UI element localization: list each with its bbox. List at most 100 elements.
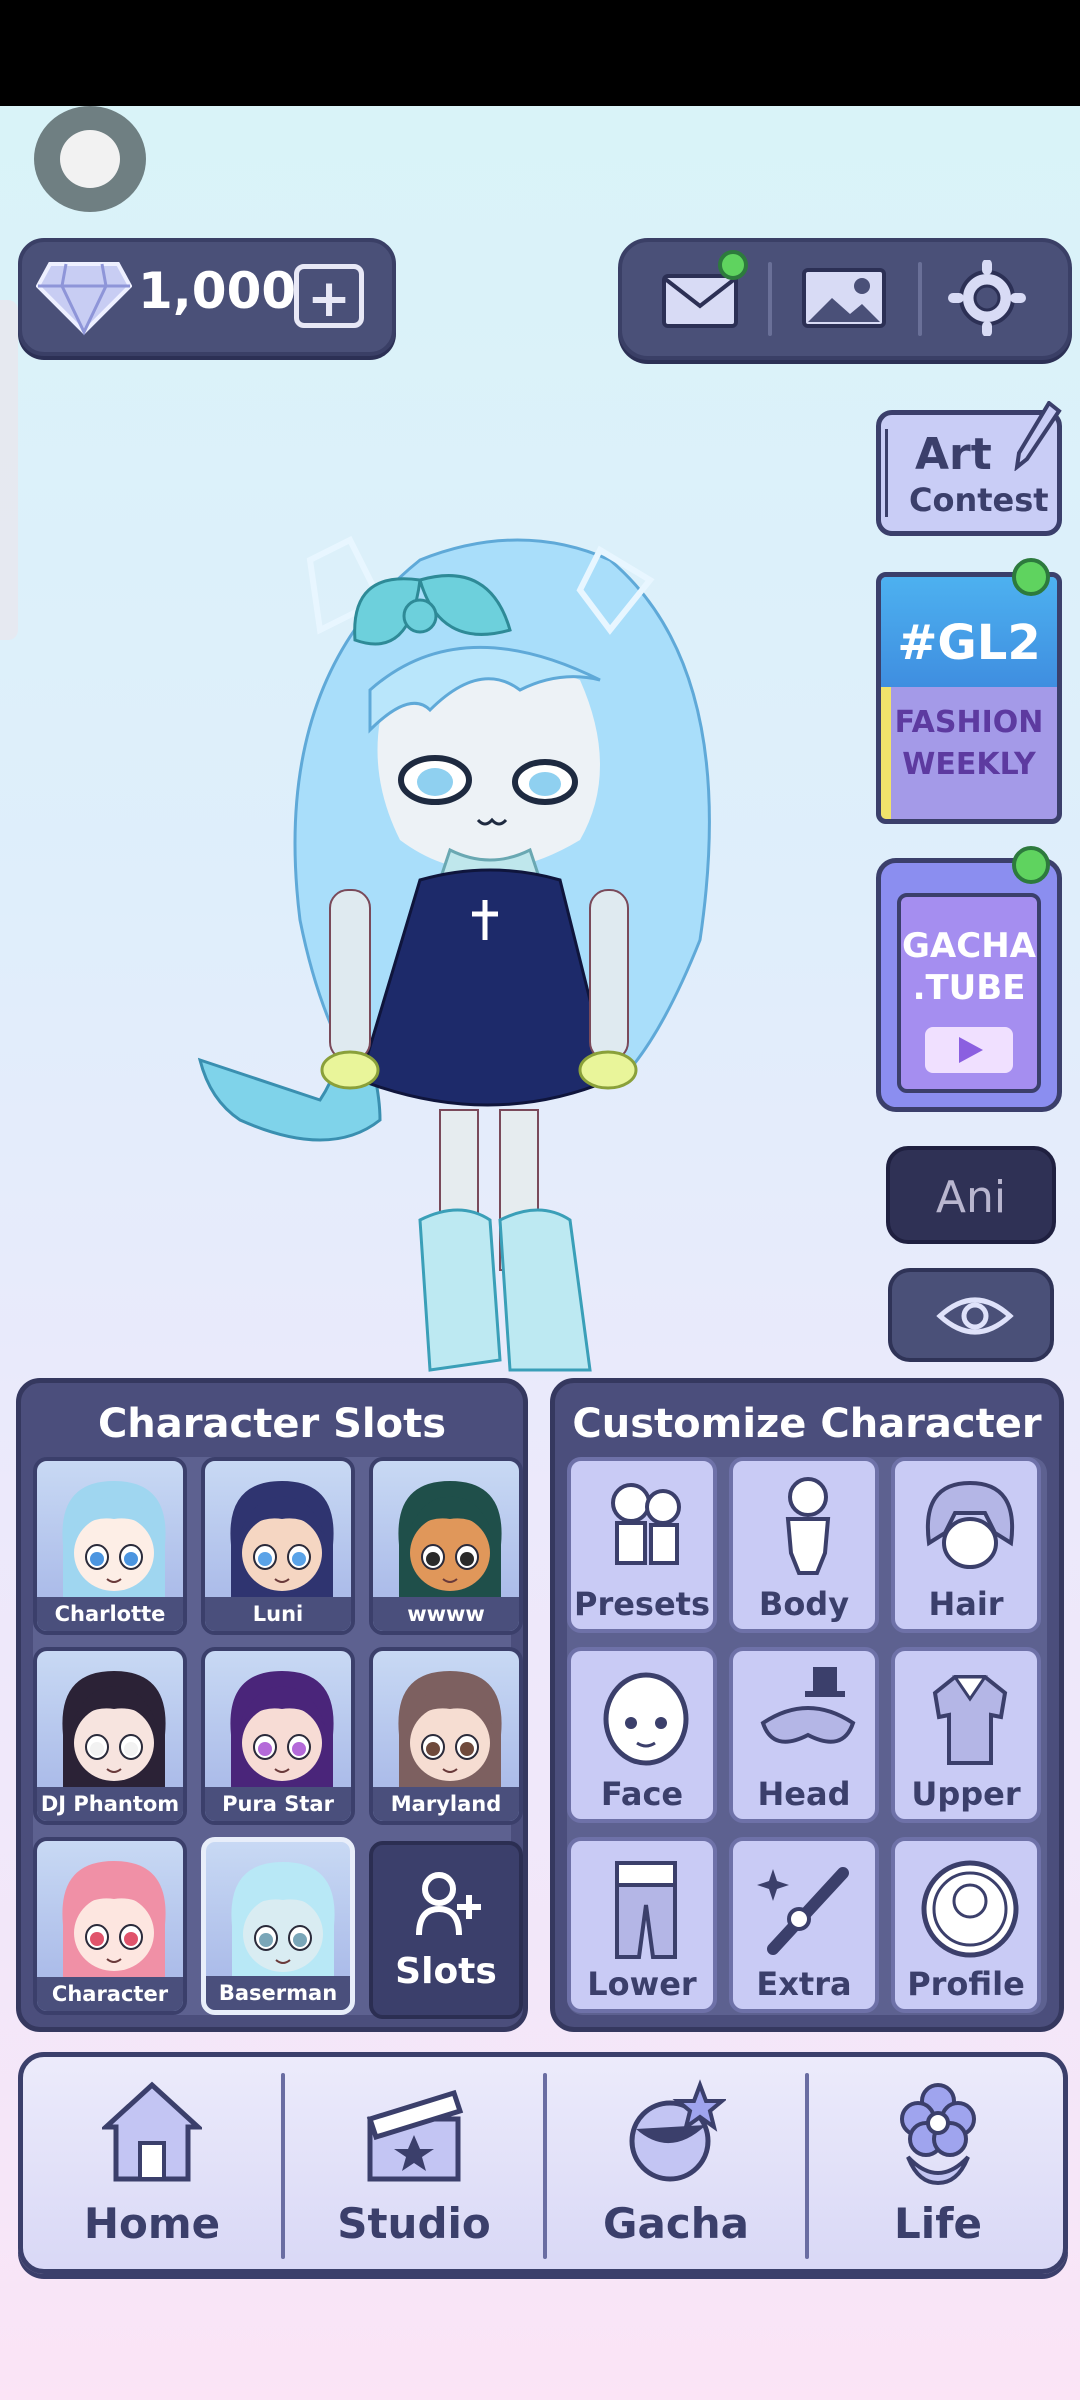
character-slot-name: Baserman [206, 1976, 350, 2010]
customize-upper-button[interactable]: Upper [891, 1647, 1041, 1823]
head-icon [760, 1667, 856, 1744]
side-drawer-handle[interactable] [0, 300, 18, 640]
customize-upper-label: Upper [911, 1775, 1021, 1813]
gem-counter: 1,000 + [18, 238, 396, 356]
nav-life-label: Life [894, 2199, 982, 2248]
character-slot-name: DJ Phantom [37, 1787, 183, 1821]
character-preview[interactable] [180, 520, 780, 1380]
customize-body-button[interactable]: Body [729, 1457, 879, 1633]
character-slot[interactable]: Baserman [201, 1837, 355, 2015]
gl2-title: #GL2 [897, 615, 1041, 671]
customize-profile-label: Profile [907, 1965, 1025, 2003]
character-portrait [62, 1671, 166, 1787]
add-person-icon [416, 1872, 481, 1936]
character-slot-name: Luni [205, 1597, 351, 1631]
character-slot[interactable]: Maryland [369, 1647, 523, 1825]
play-icon [925, 1027, 1013, 1073]
character-portrait [62, 1861, 166, 1977]
diamond-icon [36, 262, 132, 336]
customize-character-title: Customize Character [572, 1401, 1042, 1447]
face-icon [603, 1672, 689, 1766]
profile-icon [921, 1860, 1019, 1958]
gallery-icon[interactable] [800, 260, 890, 336]
customize-extra-button[interactable]: Extra [729, 1837, 879, 2013]
customize-presets-button[interactable]: Presets [567, 1457, 717, 1633]
gachatube-line2: .TUBE [912, 968, 1026, 1008]
divider [768, 262, 772, 336]
gachatube-title: GACHA .TUBE [901, 925, 1037, 1009]
eye-icon [936, 1297, 1014, 1335]
gl2-line2: WEEKLY [902, 747, 1036, 782]
character-slot-name: Character [37, 1977, 183, 2011]
record-icon [60, 130, 120, 188]
customize-lower-button[interactable]: Lower [567, 1837, 717, 2013]
hide-ui-button[interactable] [888, 1268, 1054, 1362]
character-slot[interactable]: DJ Phantom [33, 1647, 187, 1825]
character-portrait [398, 1671, 502, 1787]
character-slot-name: Charlotte [37, 1597, 183, 1631]
customize-hair-label: Hair [928, 1585, 1004, 1623]
nav-home[interactable]: Home [23, 2057, 281, 2269]
gachatube-line1: GACHA [902, 926, 1036, 966]
nav-gacha[interactable]: Gacha [547, 2057, 805, 2269]
mail-notification-dot [718, 250, 748, 280]
customize-body-label: Body [758, 1585, 850, 1623]
character-slot[interactable]: Pura Star [201, 1647, 355, 1825]
add-slots-button[interactable]: Slots [369, 1841, 523, 2019]
nav-studio[interactable]: Studio [285, 2057, 543, 2269]
customize-extra-label: Extra [756, 1965, 852, 2003]
clapperboard-icon [366, 2089, 464, 2182]
customize-face-label: Face [600, 1775, 684, 1813]
screen-record-button[interactable] [34, 106, 146, 212]
divider [918, 262, 922, 336]
add-gems-button[interactable]: + [294, 264, 364, 329]
customize-head-label: Head [757, 1775, 851, 1813]
character-slots-panel: Character Slots Slots Charlotte Luni wwww D… [16, 1378, 528, 2032]
nav-home-label: Home [83, 2199, 221, 2248]
home-icon [102, 2081, 202, 2182]
add-slots-label: Slots [395, 1951, 497, 1992]
character-slot-name: Pura Star [205, 1787, 351, 1821]
gachatube-button[interactable]: GACHA .TUBE [876, 858, 1062, 1112]
settings-icon[interactable] [942, 260, 1032, 336]
character-slots-title: Character Slots [97, 1401, 447, 1447]
gl2-line1: FASHION [894, 705, 1044, 740]
character-slots-grid: Slots Charlotte Luni wwww DJ Phantom Pura St… [33, 1457, 523, 2019]
customize-head-button[interactable]: Head [729, 1647, 879, 1823]
pencil-icon [1014, 401, 1062, 471]
customize-profile-button[interactable]: Profile [891, 1837, 1041, 2013]
character-portrait [398, 1481, 502, 1597]
customize-face-button[interactable]: Face [567, 1647, 717, 1823]
nav-gacha-label: Gacha [603, 2199, 749, 2248]
top-menu [618, 238, 1072, 360]
character-slot[interactable]: wwww [369, 1457, 523, 1635]
lower-icon [615, 1861, 677, 1959]
hair-icon [925, 1480, 1015, 1569]
gl2-fashion-weekly-button[interactable]: #GL2 FASHION WEEKLY [876, 572, 1062, 824]
character-portrait [62, 1481, 166, 1597]
art-contest-line1: Art [915, 429, 992, 480]
character-slot[interactable]: Character [33, 1837, 187, 2015]
gem-count: 1,000 [138, 262, 297, 320]
character-slot-name: Maryland [373, 1787, 519, 1821]
status-bar [0, 0, 1080, 106]
flower-icon [900, 2083, 976, 2186]
gacha-ball-icon [629, 2079, 726, 2182]
upper-icon [932, 1675, 1008, 1765]
ani-button[interactable]: Ani [886, 1146, 1056, 1244]
character-slot-name: wwww [373, 1597, 519, 1631]
nav-life[interactable]: Life [809, 2057, 1067, 2269]
art-contest-button[interactable]: Art Contest [876, 401, 1062, 536]
character-slot[interactable]: Charlotte [33, 1457, 187, 1635]
gachatube-notification-dot [1012, 846, 1050, 884]
art-contest-line2: Contest [909, 481, 1049, 519]
customize-character-panel: Customize Character Presets Body Hair Face H… [550, 1378, 1064, 2032]
notebook-binding [885, 429, 902, 517]
customize-grid: Presets Body Hair Face Head Upper Lower Extra Pr… [567, 1457, 1047, 2015]
customize-presets-label: Presets [573, 1585, 711, 1623]
character-portrait [230, 1671, 334, 1787]
bottom-navigation: Home Studio Gacha Life [18, 2052, 1068, 2274]
customize-hair-button[interactable]: Hair [891, 1457, 1041, 1633]
character-slot[interactable]: Luni [201, 1457, 355, 1635]
gl2-notification-dot [1012, 558, 1050, 596]
